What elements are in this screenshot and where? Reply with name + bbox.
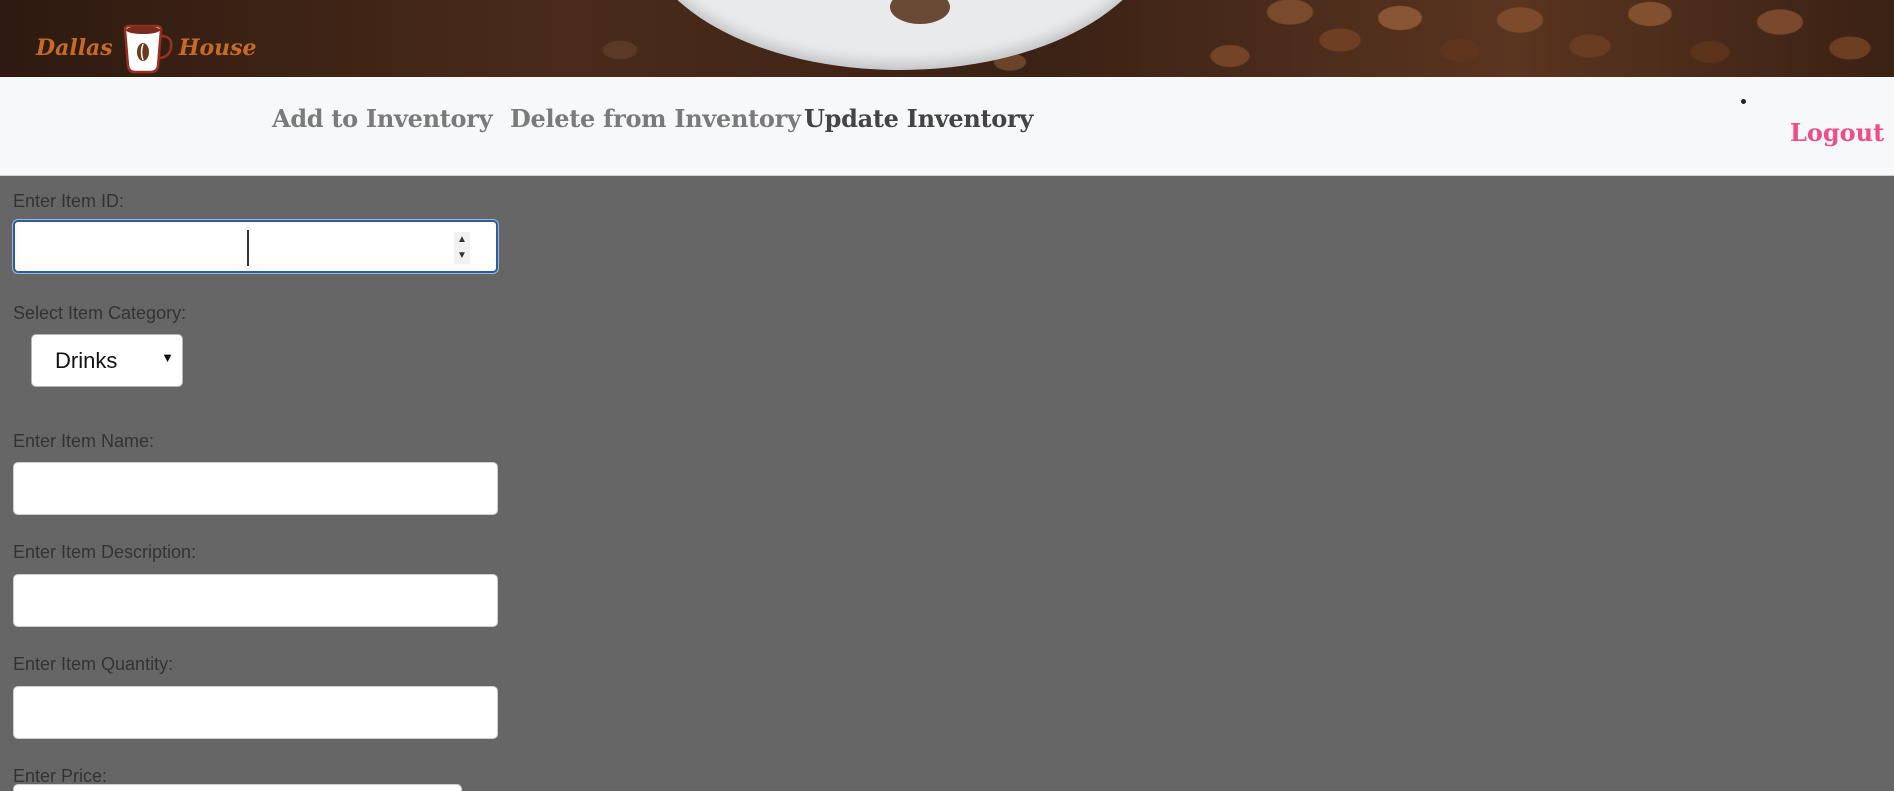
item-category-select[interactable]: Drinks ▼ <box>31 334 183 387</box>
logout-link[interactable]: Logout <box>1790 118 1884 147</box>
item-quantity-input[interactable] <box>13 686 498 739</box>
item-quantity-label: Enter Item Quantity: <box>13 654 174 674</box>
brand-right-word: House <box>178 35 257 61</box>
item-category-label: Select Item Category: <box>13 303 187 323</box>
nav-update-inventory[interactable]: Update Inventory <box>804 104 1033 133</box>
brand-left-word: Dallas <box>36 35 113 61</box>
item-id-label: Enter Item ID: <box>13 191 125 211</box>
hero-banner-image <box>0 0 1894 77</box>
item-category-selected-value: Drinks <box>55 348 118 373</box>
item-name-input[interactable] <box>13 462 498 515</box>
number-spinner[interactable]: ▲ ▼ <box>454 232 470 264</box>
list-bullet <box>1741 99 1746 104</box>
nav-add-to-inventory[interactable]: Add to Inventory <box>272 104 493 133</box>
item-description-label: Enter Item Description: <box>13 542 197 562</box>
coffee-cup-icon <box>123 24 173 74</box>
nav-delete-from-inventory[interactable]: Delete from Inventory <box>510 104 801 133</box>
item-id-input[interactable]: ▲ ▼ <box>13 220 498 273</box>
dropdown-arrow-icon: ▼ <box>161 350 174 365</box>
item-price-input[interactable] <box>13 784 462 791</box>
item-name-label: Enter Item Name: <box>13 431 155 451</box>
update-inventory-form: Enter Item ID: ▲ ▼ Select Item Category: … <box>0 175 1894 791</box>
brand-logo[interactable]: Dallas House <box>36 20 257 76</box>
item-description-input[interactable] <box>13 574 498 627</box>
text-caret <box>247 230 249 266</box>
